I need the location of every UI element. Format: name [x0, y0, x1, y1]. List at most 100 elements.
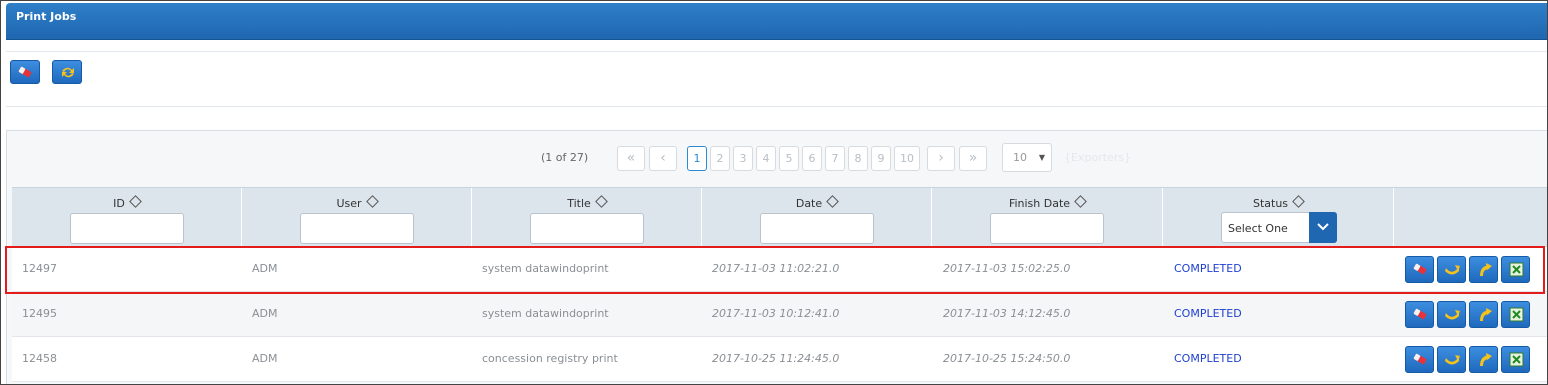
undo-action-button[interactable]: [1437, 346, 1466, 373]
cell-user: ADM: [252, 262, 278, 275]
id-filter-input[interactable]: [70, 213, 184, 244]
cell-title: system datawindoprint: [482, 307, 609, 320]
cell-date: 2017-11-03 11:02:21.0: [712, 262, 840, 275]
redo-action-button[interactable]: [1469, 256, 1498, 283]
undo-icon: [1445, 355, 1460, 365]
page-link-5[interactable]: 5: [779, 146, 799, 171]
cell-id: 12458: [22, 352, 57, 365]
cell-date: 2017-11-03 10:12:41.0: [712, 307, 840, 320]
column-label: Title: [567, 197, 591, 210]
cell-title: system datawindoprint: [482, 262, 609, 275]
redo-action-button[interactable]: [1469, 301, 1498, 328]
redo-action-button[interactable]: [1469, 346, 1498, 373]
eraser-action-button[interactable]: [1405, 256, 1434, 283]
rows-per-page-select[interactable]: 10 ▼: [1002, 143, 1052, 172]
cell-user: ADM: [252, 352, 278, 365]
table-row[interactable]: 12458 ADM concession registry print 2017-10…: [12, 337, 1547, 382]
eraser-icon: [18, 66, 32, 78]
prev-page-button[interactable]: ‹: [649, 146, 677, 171]
page-link-9[interactable]: 9: [871, 146, 891, 171]
column-header-status[interactable]: Status Select One: [1163, 188, 1394, 248]
refresh-icon: [62, 67, 74, 78]
spreadsheet-icon: [1509, 307, 1524, 322]
table-row[interactable]: 12497 ADM system datawindoprint 2017-11-03 …: [12, 247, 1547, 292]
title-filter-input[interactable]: [530, 213, 644, 244]
last-page-button[interactable]: »: [959, 146, 987, 171]
user-filter-input[interactable]: [300, 213, 414, 244]
cell-status: COMPLETED: [1174, 307, 1242, 320]
eraser-action-button[interactable]: [1405, 301, 1434, 328]
date-filter-input[interactable]: [760, 213, 874, 244]
undo-icon: [1445, 265, 1460, 275]
panel-header: Print Jobs: [6, 3, 1547, 40]
print-jobs-table: (1 of 27) « ‹ 1 2 3 4 5 6 7 8 9 10 › » 10 ▼ {Expo…: [6, 130, 1547, 384]
column-header-title[interactable]: Title: [472, 188, 702, 248]
page-link-6[interactable]: 6: [802, 146, 822, 171]
redo-icon: [1480, 263, 1492, 276]
caret-down-icon: ▼: [1038, 153, 1045, 162]
sort-icon[interactable]: [128, 195, 142, 208]
page-link-7[interactable]: 7: [825, 146, 845, 171]
first-page-button[interactable]: «: [617, 146, 645, 171]
cell-status: COMPLETED: [1174, 262, 1242, 275]
sort-icon[interactable]: [365, 195, 379, 208]
eraser-icon: [1413, 263, 1427, 275]
page-link-10[interactable]: 10: [894, 146, 920, 171]
eraser-icon: [1413, 308, 1427, 320]
cell-finish-date: 2017-11-03 15:02:25.0: [943, 262, 1071, 275]
cell-finish-date: 2017-10-25 15:24:50.0: [943, 352, 1071, 365]
eraser-icon: [1413, 353, 1427, 365]
column-header-id[interactable]: ID: [12, 188, 242, 248]
status-dropdown-toggle[interactable]: [1309, 212, 1337, 243]
cell-id: 12495: [22, 307, 57, 320]
sort-icon[interactable]: [1074, 195, 1087, 208]
page-link-2[interactable]: 2: [710, 146, 730, 171]
column-header-actions: [1394, 188, 1547, 248]
table-header: ID User Title Date Finish Date Status Se…: [12, 187, 1547, 248]
column-label: ID: [113, 197, 125, 210]
panel-title: Print Jobs: [16, 10, 77, 23]
column-label: Date: [795, 197, 823, 210]
app-window: Print Jobs (1 of 27) « ‹ 1 2 3 4 5 6 7 8 9 10 › »: [0, 0, 1548, 385]
page-report: (1 of 27): [541, 151, 589, 164]
cell-finish-date: 2017-11-03 14:12:45.0: [943, 307, 1071, 320]
page-link-1[interactable]: 1: [687, 146, 707, 171]
undo-icon: [1445, 310, 1460, 320]
column-header-finish-date[interactable]: Finish Date: [932, 188, 1163, 248]
spreadsheet-action-button[interactable]: [1501, 301, 1530, 328]
redo-icon: [1480, 308, 1492, 321]
cell-title: concession registry print: [482, 352, 618, 365]
page-link-3[interactable]: 3: [733, 146, 753, 171]
table-row[interactable]: 12495 ADM system datawindoprint 2017-11-03 …: [12, 292, 1547, 337]
cell-status: COMPLETED: [1174, 352, 1242, 365]
sort-icon[interactable]: [1292, 195, 1305, 208]
column-header-user[interactable]: User: [242, 188, 472, 248]
column-header-date[interactable]: Date: [702, 188, 932, 248]
redo-icon: [1480, 353, 1492, 366]
spreadsheet-icon: [1509, 262, 1524, 277]
undo-action-button[interactable]: [1437, 301, 1466, 328]
clear-button[interactable]: [10, 60, 40, 84]
status-filter-value: Select One: [1228, 222, 1288, 235]
column-label: Finish Date: [1008, 197, 1071, 210]
cell-user: ADM: [252, 307, 278, 320]
eraser-action-button[interactable]: [1405, 346, 1434, 373]
next-page-button[interactable]: ›: [927, 146, 955, 171]
rows-per-page-value: 10: [1013, 151, 1027, 164]
page-link-4[interactable]: 4: [756, 146, 776, 171]
sort-icon[interactable]: [826, 195, 840, 208]
finish-date-filter-input[interactable]: [990, 213, 1104, 244]
cell-id: 12497: [22, 262, 57, 275]
column-label: Status: [1252, 197, 1289, 210]
page-link-8[interactable]: 8: [848, 146, 868, 171]
column-label: User: [336, 197, 362, 210]
spreadsheet-action-button[interactable]: [1501, 256, 1530, 283]
paginator: (1 of 27) « ‹ 1 2 3 4 5 6 7 8 9 10 › » 10 ▼ {Expo…: [7, 131, 1547, 183]
spreadsheet-icon: [1509, 352, 1524, 367]
spreadsheet-action-button[interactable]: [1501, 346, 1530, 373]
refresh-button[interactable]: [52, 60, 82, 84]
cell-date: 2017-10-25 11:24:45.0: [712, 352, 840, 365]
sort-icon[interactable]: [594, 195, 608, 208]
undo-action-button[interactable]: [1437, 256, 1466, 283]
status-filter-select[interactable]: Select One: [1221, 212, 1337, 243]
